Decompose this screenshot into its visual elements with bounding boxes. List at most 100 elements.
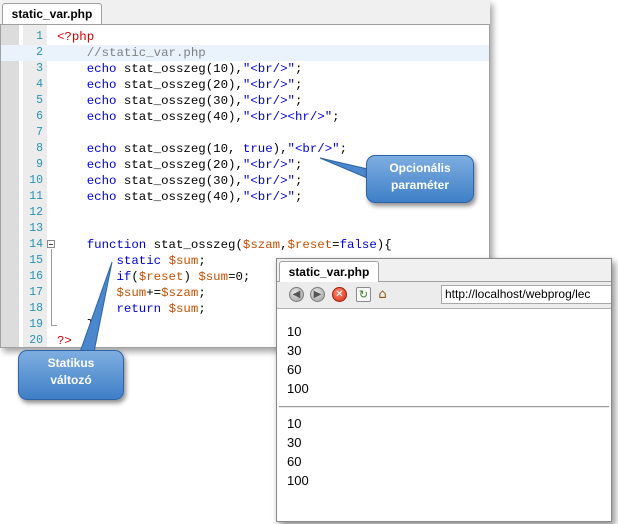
browser-tab-static-var[interactable]: static_var.php [279,261,379,283]
line-number: 11 [29,190,43,203]
code-text: echo stat_osszeg(40),"<br/><hr/>"; [57,109,340,125]
code-token: stat_osszeg(20), [116,158,243,172]
code-token: stat_osszeg( [146,238,243,252]
line-number: 12 [29,206,43,219]
code-text: return $sum; [57,301,206,317]
code-token: $reset [138,270,184,284]
code-line[interactable]: 13 [1,221,489,237]
code-token: ; [339,142,348,156]
editor-tab-static-var[interactable]: static_var.php [2,3,102,25]
callout-static-var: Statikus változó [18,350,124,400]
code-token: = [332,238,340,252]
code-token: return [116,302,162,316]
code-text: static $sum; [57,253,206,269]
code-token: $reset [287,238,333,252]
code-text: echo stat_osszeg(40),"<br/>"; [57,189,303,205]
line-number: 18 [29,302,43,315]
code-token: echo [86,94,117,108]
line-number: 4 [36,78,43,91]
code-line[interactable]: 4 echo stat_osszeg(20),"<br/>"; [1,77,489,93]
code-text: } [57,317,94,333]
code-token: stat_osszeg(30), [116,94,243,108]
code-line[interactable]: 2 //static_var.php [1,45,489,61]
line-number: 20 [29,334,43,347]
code-line[interactable]: 12 [1,205,489,221]
code-token: ?> [57,334,72,348]
reload-icon[interactable]: ↻ [356,287,371,302]
line-number: 1 [36,30,43,43]
code-token: false [339,238,377,252]
code-text: $sum+=$szam; [57,285,206,301]
code-token: //static_var.php [86,46,206,60]
horizontal-rule [279,406,609,408]
code-token: += [146,286,162,300]
code-token: stat_osszeg(30), [116,174,243,188]
code-line[interactable]: 1 <?php [1,29,489,45]
code-text: <?php [57,29,94,45]
code-token: ){ [376,238,392,252]
code-token: ; [294,174,303,188]
line-number: 6 [36,110,43,123]
back-icon[interactable]: ◀ [289,287,304,302]
line-number: 5 [36,94,43,107]
code-line[interactable]: 7 [1,125,489,141]
code-token: echo [86,158,117,172]
code-token: "<br/>" [242,78,295,92]
code-token: "<br/>" [242,174,295,188]
callout-optional-param-line1: Opcionális [389,161,451,175]
code-token: } [57,318,95,332]
code-text: function stat_osszeg($szam,$reset=false)… [57,237,392,253]
code-token: stat_osszeg(40), [116,190,243,204]
code-token: true [242,142,273,156]
code-line[interactable]: 6 echo stat_osszeg(40),"<br/><hr/>"; [1,109,489,125]
output-line: 30 [287,435,302,450]
code-token: ) [183,270,199,284]
code-token: ; [294,158,303,172]
output-line: 100 [287,473,309,488]
line-number: 16 [29,270,43,283]
code-token: stat_osszeg(10, [116,142,243,156]
code-text: echo stat_osszeg(10),"<br/>"; [57,61,303,77]
editor-tab-bar: static_var.php [0,0,490,25]
page-content: 10 30 60 100 10 30 60 100 [277,309,611,521]
code-token: stat_osszeg(40), [116,110,243,124]
code-text: echo stat_osszeg(10, true),"<br/>"; [57,141,347,157]
code-token: $sum [168,254,199,268]
line-number: 15 [29,254,43,267]
code-token: "<br/>" [242,62,295,76]
code-token: "<br/><hr/>" [242,110,333,124]
code-token: if [116,270,132,284]
code-token: , [280,238,288,252]
line-number: 13 [29,222,43,235]
code-line[interactable]: 14 function stat_osszeg($szam,$reset=fal… [1,237,489,253]
code-token: ; [198,302,206,316]
code-text: ?> [57,333,72,349]
stop-icon[interactable]: ✕ [332,287,347,302]
home-icon[interactable]: ⌂ [375,287,390,302]
browser-toolbar: ◀ ▶ ✕ ↻ ⌂ http://localhost/webprog/lec [277,282,611,309]
code-token: echo [86,62,117,76]
code-line[interactable]: 3 echo stat_osszeg(10),"<br/>"; [1,61,489,77]
fold-collapse-icon[interactable] [47,240,55,248]
code-token: ; [332,110,340,124]
line-number: 19 [29,318,43,331]
address-bar[interactable]: http://localhost/webprog/lec [441,285,611,304]
code-text: echo stat_osszeg(30),"<br/>"; [57,93,303,109]
callout-static-var-line2: változó [50,373,92,387]
code-line[interactable]: 5 echo stat_osszeg(30),"<br/>"; [1,93,489,109]
code-token: echo [86,110,117,124]
code-token: $szam [242,238,281,252]
code-token: ; [294,62,303,76]
code-text: echo stat_osszeg(20),"<br/>"; [57,157,303,173]
forward-icon[interactable]: ▶ [310,287,325,302]
callout-optional-param-line2: paraméter [390,178,450,192]
